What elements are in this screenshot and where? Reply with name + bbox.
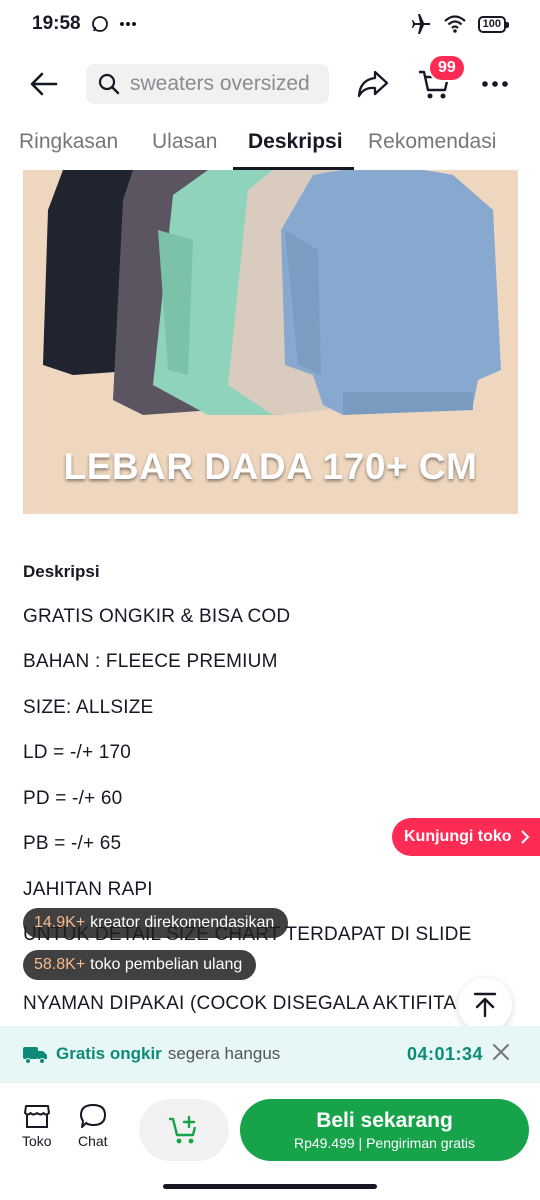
whatsapp-icon [91,16,108,32]
hero-caption: LEBAR DADA 170+ CM [63,446,478,487]
description-line: PD = -/+ 60 [23,788,123,809]
description-line: BAHAN : FLEECE PREMIUM [23,651,278,672]
tab-bar: Ringkasan Ulasan Deskripsi Rekomendasi [0,124,540,170]
creator-count: 14.9K+ [34,914,86,931]
store-button[interactable]: Toko [22,1103,52,1149]
visit-store-button[interactable]: Kunjungi toko [392,818,540,856]
store-label: Toko [22,1133,52,1149]
add-to-cart-icon [169,1115,197,1144]
description-line: GRATIS ONGKIR & BISA COD [23,606,291,627]
airplane-icon [411,14,430,34]
share-icon[interactable] [356,68,390,100]
description-line: NYAMAN DIPAKAI (COCOK DISEGALA AKTIFITA [23,993,457,1014]
tab-rekomendasi[interactable]: Rekomendasi [368,130,496,154]
home-indicator[interactable] [163,1184,377,1189]
tab-deskripsi[interactable]: Deskripsi [248,130,343,154]
tab-ringkasan[interactable]: Ringkasan [19,130,118,154]
description-line: LD = -/+ 170 [23,742,132,763]
visit-store-label: Kunjungi toko [404,828,512,845]
promo-subtitle: segera hangus [167,1044,281,1063]
back-arrow-icon[interactable] [28,68,60,100]
buy-now-label: Beli sekarang [316,1109,453,1132]
buy-now-subtitle: Rp49.499 | Pengiriman gratis [293,1135,476,1151]
battery-icon: 100 [477,15,510,33]
more-icon[interactable] [480,74,510,94]
wifi-icon [443,15,466,33]
search-placeholder: sweaters oversized [130,72,310,95]
repurchase-text: toko pembelian ulang [90,956,243,973]
top-nav: sweaters oversized 99 [0,54,540,112]
description-line: SIZE: ALLSIZE [23,697,154,718]
store-icon [23,1105,50,1128]
cart-badge: 99 [428,54,466,82]
free-shipping-banner[interactable]: Gratis ongkir segera hangus 04:01:34 [0,1026,540,1082]
chat-label: Chat [78,1133,108,1149]
search-input[interactable]: sweaters oversized [86,64,329,104]
arrow-up-to-top-icon [473,992,497,1018]
product-image[interactable]: LEBAR DADA 170+ CM [23,170,518,514]
chat-button[interactable]: Chat [78,1103,108,1149]
description-line: JAHITAN RAPI [23,879,153,900]
sweaters-illustration [43,170,501,415]
add-to-cart-button[interactable] [139,1099,229,1161]
creator-chip: 14.9K+ kreator direkomendasikan [23,908,289,938]
chat-icon [79,1104,106,1128]
promo-countdown: 04:01:34 [407,1043,484,1064]
description-title: Deskripsi [23,562,100,581]
chevron-right-icon [520,830,529,844]
description-line: PB = -/+ 65 [23,833,122,854]
scroll-top-button[interactable] [458,978,512,1032]
more-dots-icon [119,22,136,26]
shipping-note: Pengiriman gratis [366,1135,476,1151]
price: Rp49.499 [293,1135,355,1151]
delivery-truck-icon [23,1047,47,1064]
promo-title: Gratis ongkir [56,1044,162,1063]
buy-now-button[interactable]: Beli sekarang Rp49.499 | Pengiriman grat… [240,1099,529,1161]
status-time: 19:58 [32,13,81,34]
close-icon[interactable] [492,1043,510,1061]
repurchase-chip: 58.8K+ toko pembelian ulang [23,950,257,980]
bottom-action-bar: Toko Chat Beli sekarang Rp49.499 | Pengi… [0,1082,540,1200]
tab-ulasan[interactable]: Ulasan [152,130,217,154]
repurchase-count: 58.8K+ [34,956,86,973]
search-icon [98,73,120,95]
creator-text: kreator direkomendasikan [90,914,275,931]
status-bar: 19:58 100 [0,0,540,48]
